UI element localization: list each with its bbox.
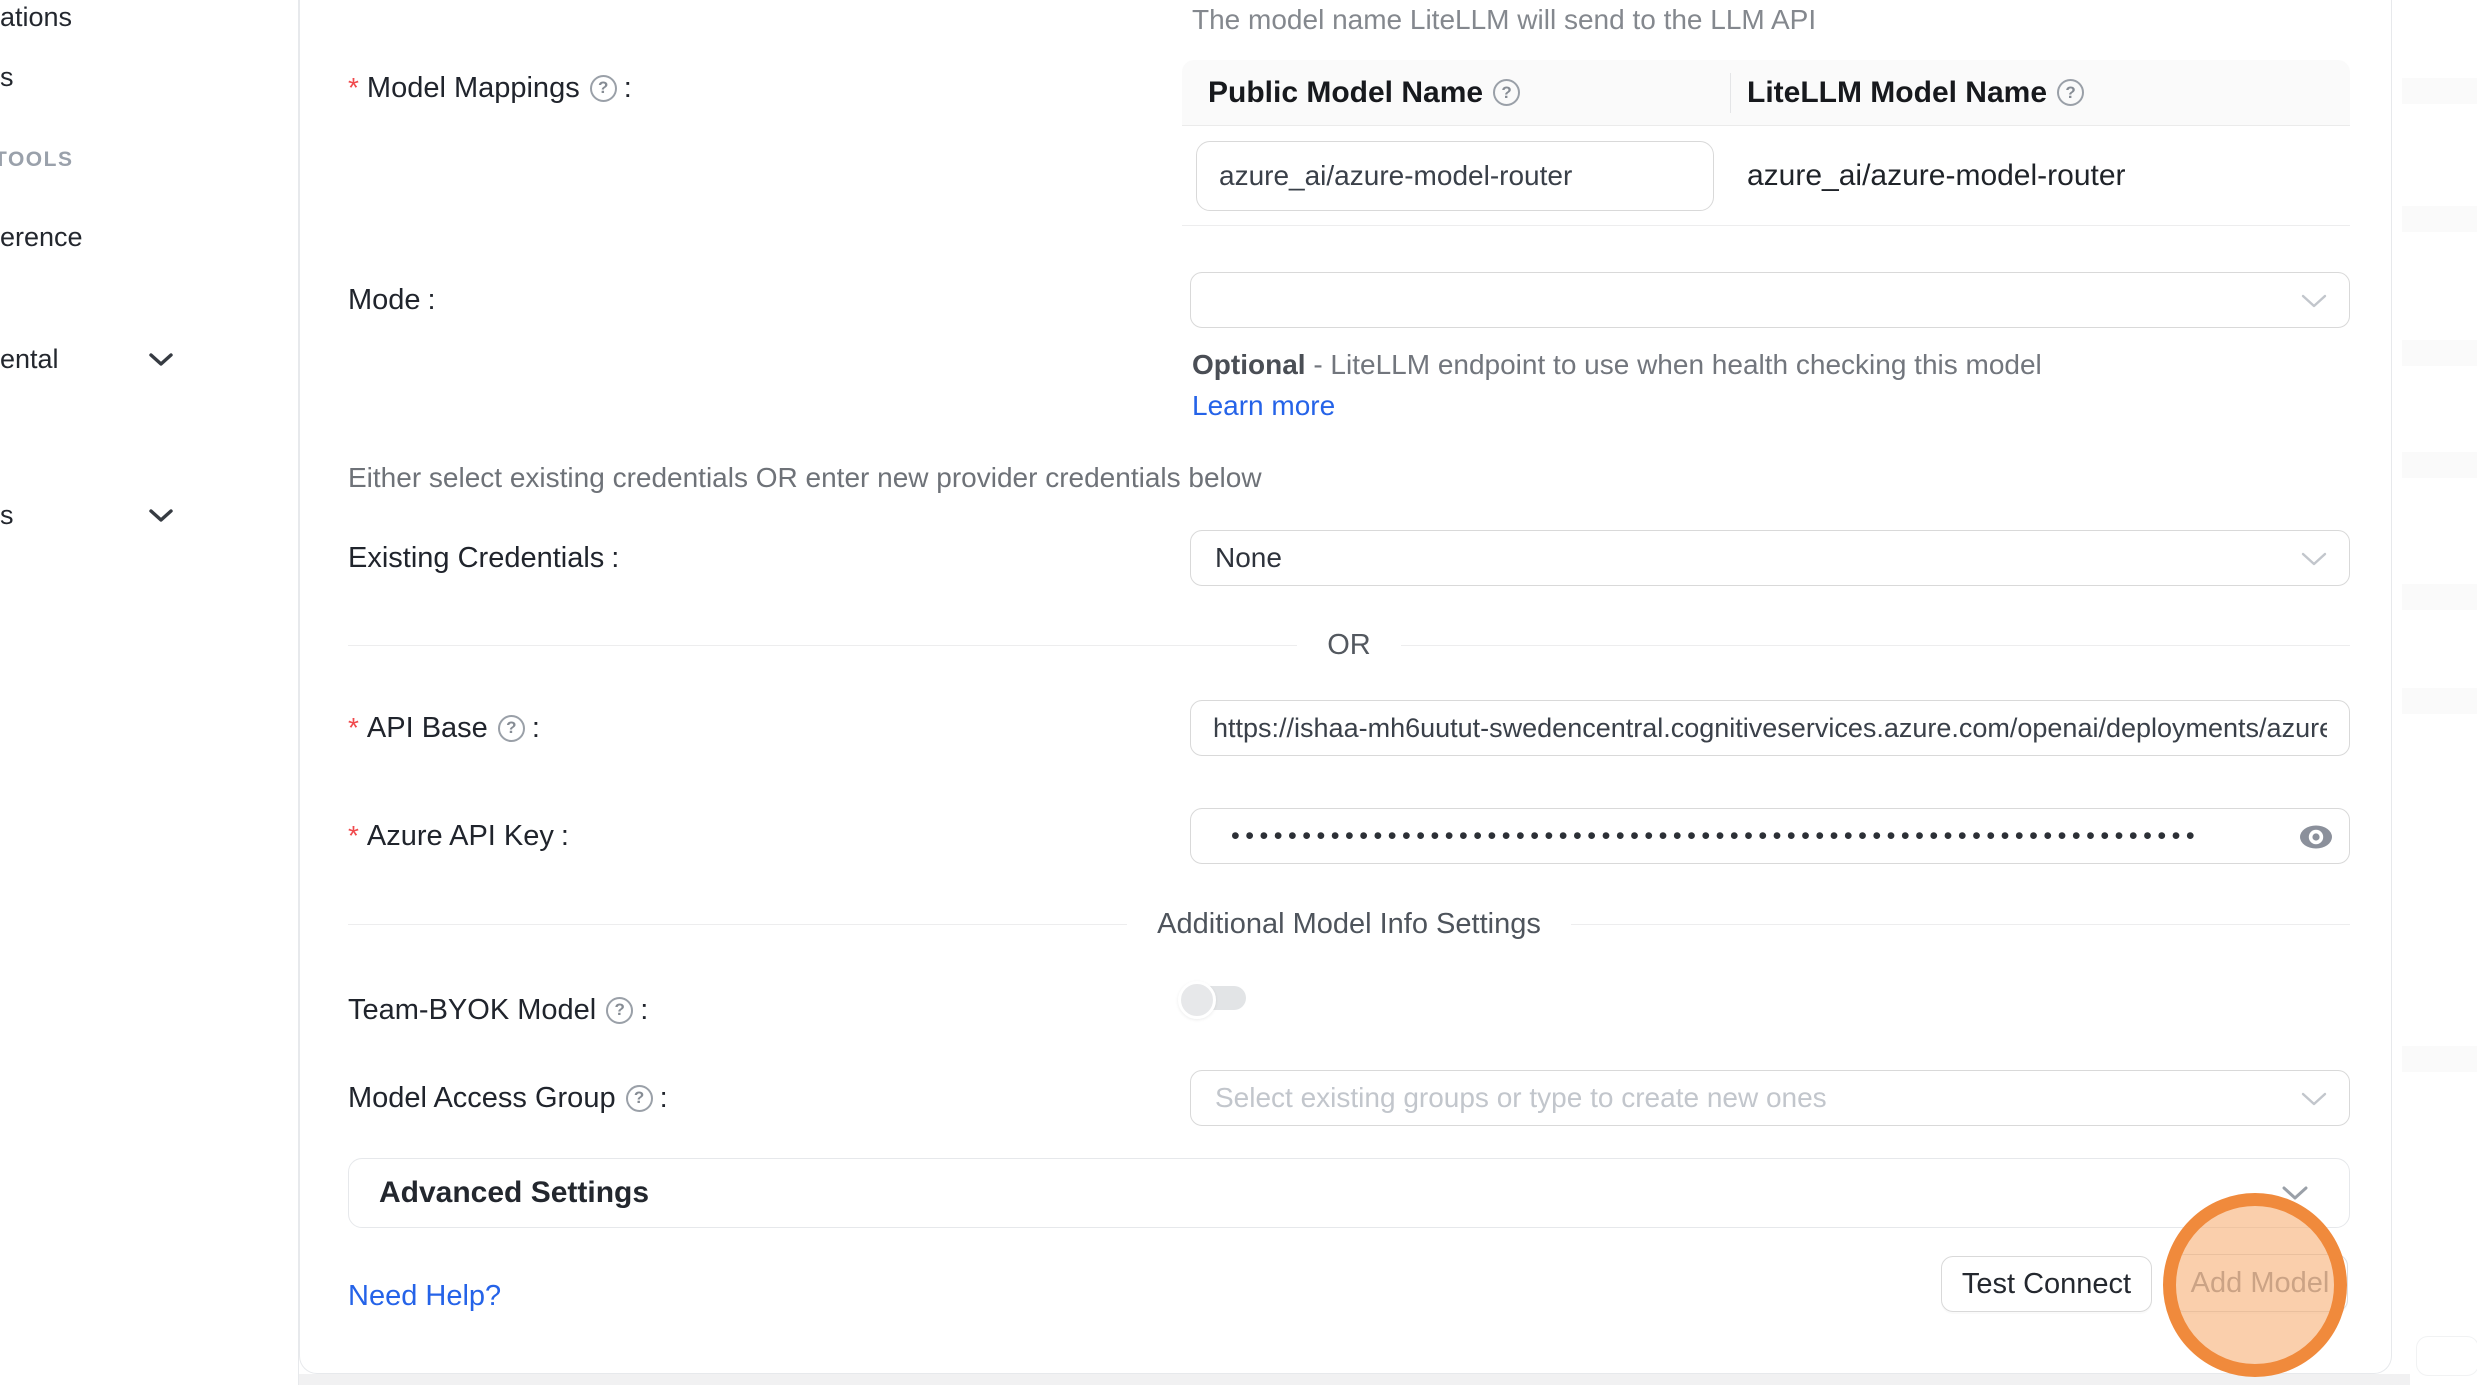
label-colon: : [660, 1082, 668, 1115]
learn-more-link[interactable]: Learn more [1192, 390, 1335, 421]
column-header-text: Public Model Name [1208, 76, 1483, 110]
existing-credentials-label-text: Existing Credentials [348, 542, 604, 575]
label-colon: : [561, 820, 569, 853]
mode-label-text: Mode [348, 284, 421, 317]
existing-credentials-select[interactable]: None [1190, 530, 2350, 586]
chevron-down-icon [2301, 293, 2327, 309]
sidebar-section-tools: TOOLS [0, 148, 73, 172]
model-mappings-table: Public Model Name ? LiteLLM Model Name ?… [1182, 60, 2350, 226]
mode-helper-text: Optional - LiteLLM endpoint to use when … [1192, 344, 2052, 426]
background-row [2402, 78, 2477, 104]
divider-line [1571, 924, 2350, 925]
need-help-link[interactable]: Need Help? [348, 1280, 501, 1313]
required-mark: * [348, 72, 359, 104]
background-row [2402, 206, 2477, 232]
required-mark: * [348, 820, 359, 852]
chevron-down-icon[interactable] [148, 508, 174, 524]
label-colon: : [428, 284, 436, 317]
team-byok-toggle[interactable] [1178, 981, 1248, 1015]
chevron-down-icon [2301, 551, 2327, 567]
team-byok-label: Team-BYOK Model ? : [348, 982, 648, 1038]
column-header-text: LiteLLM Model Name [1747, 76, 2047, 110]
divider-line [348, 645, 1297, 646]
label-colon: : [532, 712, 540, 745]
or-divider: OR [348, 630, 2350, 660]
question-circle-icon[interactable]: ? [2057, 79, 2084, 106]
azure-api-key-label-text: Azure API Key [367, 820, 554, 853]
background-row [2402, 340, 2477, 366]
api-base-label: * API Base ? : [348, 700, 540, 756]
existing-credentials-label: Existing Credentials : [348, 530, 619, 586]
question-circle-icon[interactable]: ? [498, 715, 525, 742]
eye-icon[interactable] [2299, 823, 2333, 851]
label-colon: : [611, 542, 619, 575]
highlight-circle-annotation [2163, 1193, 2347, 1377]
question-circle-icon[interactable]: ? [1493, 79, 1520, 106]
azure-api-key-label: * Azure API Key : [348, 808, 569, 864]
api-base-input[interactable] [1190, 700, 2350, 756]
credentials-note: Either select existing credentials OR en… [348, 462, 1262, 494]
model-mappings-label-text: Model Mappings [367, 72, 580, 105]
masked-api-key: ••••••••••••••••••••••••••••••••••••••••… [1231, 822, 2200, 851]
helper-body: - LiteLLM endpoint to use when health ch… [1306, 349, 2042, 380]
sidebar-item-organizations[interactable]: ations [0, 2, 72, 33]
table-row: azure_ai/azure-model-router [1182, 126, 2350, 226]
add-model-page: ations s TOOLS erence ental s The model … [0, 0, 2477, 1385]
public-model-name-input[interactable] [1196, 141, 1714, 211]
existing-credentials-value: None [1215, 542, 1282, 574]
sidebar-item-experimental[interactable]: ental [0, 344, 59, 375]
or-divider-text: OR [1327, 629, 1371, 662]
chevron-down-icon[interactable] [148, 352, 174, 368]
model-mappings-label: * Model Mappings ? : [348, 60, 632, 116]
model-name-hint: The model name LiteLLM will send to the … [1192, 4, 2292, 36]
advanced-settings-panel[interactable]: Advanced Settings [348, 1158, 2350, 1228]
divider-line [1401, 645, 2350, 646]
model-access-group-label: Model Access Group ? : [348, 1070, 668, 1126]
sidebar-item-truncated[interactable]: s [0, 62, 14, 93]
advanced-settings-title: Advanced Settings [379, 1176, 649, 1210]
column-header-public-model-name: Public Model Name ? [1182, 76, 1730, 110]
chevron-down-icon [2301, 1091, 2327, 1107]
question-circle-icon[interactable]: ? [606, 997, 633, 1024]
background-row [2402, 1046, 2477, 1072]
required-mark: * [348, 712, 359, 744]
test-connect-button[interactable]: Test Connect [1941, 1256, 2152, 1312]
mode-label: Mode : [348, 272, 436, 328]
additional-info-divider: Additional Model Info Settings [348, 908, 2350, 940]
azure-api-key-input[interactable]: ••••••••••••••••••••••••••••••••••••••••… [1190, 808, 2350, 864]
table-header-row: Public Model Name ? LiteLLM Model Name ? [1182, 60, 2350, 126]
sidebar-item-reference[interactable]: erence [0, 222, 83, 253]
question-circle-icon[interactable]: ? [626, 1085, 653, 1112]
api-base-label-text: API Base [367, 712, 488, 745]
background-row [2402, 452, 2477, 478]
litellm-model-name-value: azure_ai/azure-model-router [1747, 126, 2126, 226]
background-panel [2416, 1336, 2477, 1376]
background-row [2402, 688, 2477, 714]
additional-info-divider-text: Additional Model Info Settings [1157, 908, 1541, 941]
model-access-group-label-text: Model Access Group [348, 1082, 616, 1115]
toggle-knob [1178, 981, 1216, 1019]
page-background [299, 1374, 2410, 1385]
team-byok-label-text: Team-BYOK Model [348, 994, 596, 1027]
background-row [2402, 584, 2477, 610]
model-access-group-placeholder: Select existing groups or type to create… [1215, 1082, 1827, 1114]
column-header-litellm-model-name: LiteLLM Model Name ? [1731, 76, 2084, 110]
helper-bold: Optional [1192, 349, 1306, 380]
label-colon: : [624, 72, 632, 105]
label-colon: : [640, 994, 648, 1027]
mode-select[interactable] [1190, 272, 2350, 328]
model-access-group-select[interactable]: Select existing groups or type to create… [1190, 1070, 2350, 1126]
sidebar-item-settings[interactable]: s [0, 500, 14, 531]
divider-line [348, 924, 1127, 925]
sidebar: ations s TOOLS erence ental s [0, 0, 299, 1385]
question-circle-icon[interactable]: ? [590, 75, 617, 102]
